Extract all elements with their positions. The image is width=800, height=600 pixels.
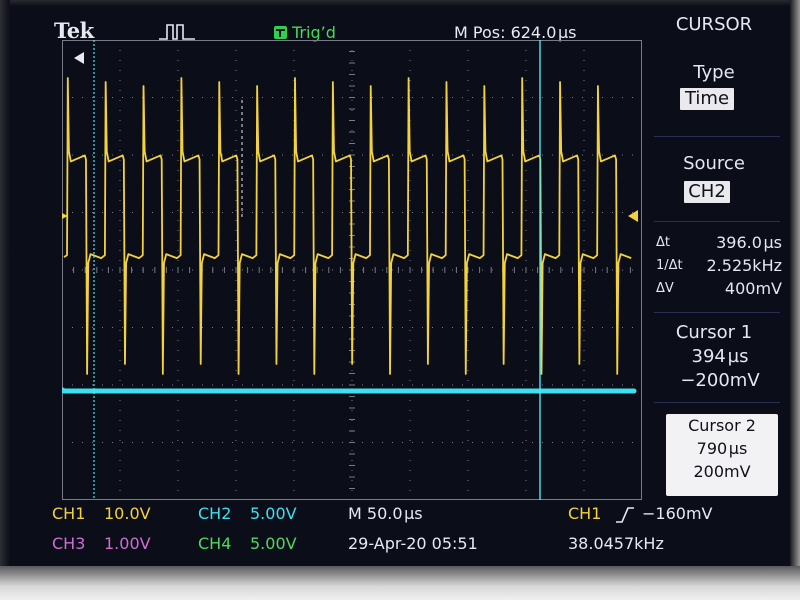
menu-divider bbox=[654, 136, 780, 137]
ch3-scale: 1.00V bbox=[104, 534, 151, 553]
delta-v-readout: ΔV 400mV bbox=[652, 278, 782, 299]
timebase-readout: M 50.0 µs bbox=[348, 504, 423, 523]
ch1-waveform bbox=[63, 77, 632, 375]
cursor1-voltage: −200mV bbox=[680, 370, 760, 391]
inverse-delta-t-readout: 1/Δt 2.525kHz bbox=[652, 255, 782, 276]
pulse-icon bbox=[159, 24, 195, 40]
menu-divider bbox=[654, 312, 780, 313]
ch2-label: CH2 bbox=[198, 504, 232, 523]
cursor-menu: CURSOR Type Time Source CH2 Δt 396.0 µs … bbox=[644, 10, 784, 500]
type-value-button[interactable]: Time bbox=[680, 88, 734, 110]
cursor2-label: Cursor 2 bbox=[688, 416, 756, 435]
cursor1-label[interactable]: Cursor 1 bbox=[644, 322, 784, 343]
bezel-right bbox=[790, 0, 800, 600]
menu-divider bbox=[654, 221, 780, 222]
type-label: Type bbox=[693, 62, 735, 83]
delta-t-value: 396.0 µs bbox=[716, 233, 782, 252]
ch4-scale: 5.00V bbox=[250, 534, 297, 553]
menu-divider bbox=[654, 402, 780, 403]
inverse-delta-t-icon: 1/Δt bbox=[656, 258, 683, 273]
ch3-label: CH3 bbox=[52, 534, 86, 553]
source-label: Source bbox=[683, 153, 745, 174]
trigger-source: CH1 bbox=[568, 504, 602, 523]
left-arrow-icon bbox=[74, 52, 84, 64]
inverse-delta-t-value: 2.525kHz bbox=[706, 256, 783, 275]
bezel-left bbox=[0, 0, 10, 600]
waveform-display: 1 2 bbox=[62, 40, 642, 500]
cursor2-button[interactable]: Cursor 2 790 µs 200mV bbox=[666, 414, 778, 496]
bezel-bottom bbox=[0, 566, 800, 600]
delta-t-icon: Δt bbox=[656, 235, 670, 250]
cursor1-time: 394 µs bbox=[691, 346, 749, 367]
delta-v-icon: ΔV bbox=[656, 281, 674, 296]
rising-edge-icon bbox=[616, 507, 634, 523]
trigger-t-icon bbox=[274, 26, 287, 39]
trigger-level-readout: −160mV bbox=[642, 504, 713, 523]
top-status-bar: Tek Trig’d M Pos: 624.0 µs bbox=[52, 10, 652, 43]
bezel-top bbox=[0, 0, 800, 6]
cursor2-time: 790 µs bbox=[696, 439, 748, 458]
cursor2-voltage: 200mV bbox=[693, 462, 751, 481]
ch4-label: CH4 bbox=[198, 534, 232, 553]
ch1-scale: 10.0V bbox=[104, 504, 151, 523]
ch2-scale: 5.00V bbox=[250, 504, 297, 523]
source-value-button[interactable]: CH2 bbox=[684, 181, 730, 203]
trigger-level-icon bbox=[628, 210, 638, 222]
datetime-readout: 29-Apr-20 05:51 bbox=[348, 534, 478, 553]
ch1-label: CH1 bbox=[52, 504, 86, 523]
menu-title: CURSOR bbox=[675, 14, 753, 35]
delta-v-value: 400mV bbox=[724, 279, 782, 298]
delta-t-readout: Δt 396.0 µs bbox=[652, 232, 782, 253]
frequency-readout: 38.0457kHz bbox=[568, 534, 664, 553]
